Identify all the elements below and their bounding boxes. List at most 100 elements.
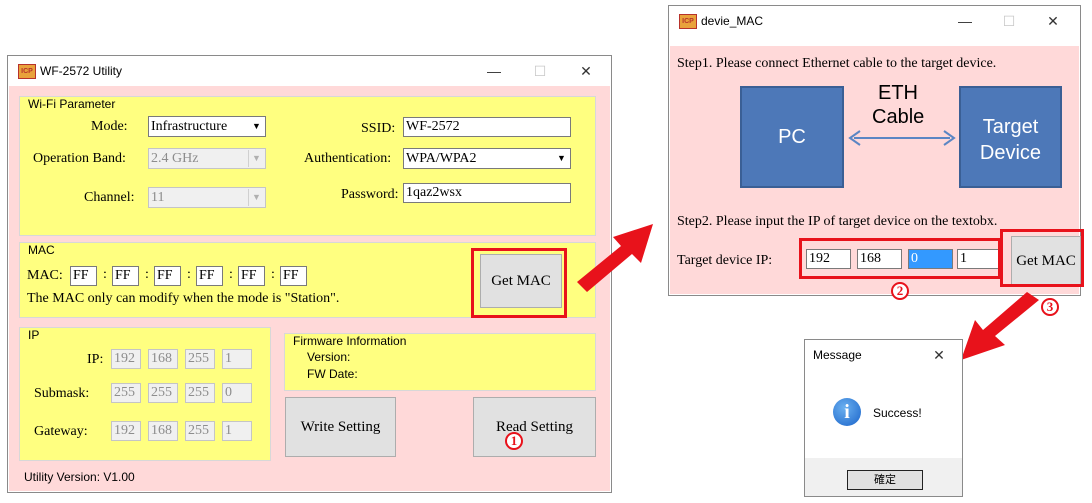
mac-separator: :: [271, 267, 275, 282]
ip-octet-3: 255: [185, 349, 215, 369]
maximize-button: ☐: [533, 63, 547, 79]
mac-octet-3[interactable]: FF: [154, 266, 181, 286]
target-ip-label: Target device IP:: [677, 253, 773, 268]
channel-dropdown: 11 ▼: [148, 187, 266, 208]
highlight-target-ip: [799, 238, 1001, 279]
ip-octet-1: 192: [111, 349, 141, 369]
firmware-group-title: Firmware Information: [293, 334, 407, 348]
mac-group-title: MAC: [28, 243, 55, 257]
mode-dropdown[interactable]: Infrastructure ▼: [148, 116, 266, 137]
close-button[interactable]: ✕: [1031, 10, 1075, 32]
operation-band-label: Operation Band:: [33, 151, 126, 166]
highlight-get-mac: [471, 248, 567, 318]
channel-value: 11: [151, 190, 165, 205]
gateway-octet-2: 168: [148, 421, 178, 441]
gateway-octet-3: 255: [185, 421, 215, 441]
mac-note: The MAC only can modify when the mode is…: [27, 291, 340, 306]
eth-label: ETH: [878, 82, 918, 104]
authentication-value: WPA/WPA2: [406, 151, 477, 166]
ip-octet-2: 168: [148, 349, 178, 369]
mac-octet-4[interactable]: FF: [196, 266, 223, 286]
callout-1: 1: [505, 432, 523, 450]
ip-octet-4: 1: [222, 349, 252, 369]
app-icon: ICP: [18, 64, 36, 79]
step2-text: Step2. Please input the IP of target dev…: [677, 214, 998, 229]
submask-octet-3: 255: [185, 383, 215, 403]
chevron-down-icon: ▼: [248, 189, 264, 206]
password-label: Password:: [341, 187, 399, 202]
mac-window-title: devie_MAC: [701, 14, 764, 28]
target-device-box: Target Device: [959, 86, 1062, 188]
wifi-group-title: Wi-Fi Parameter: [28, 97, 116, 111]
minimize-button[interactable]: —: [943, 10, 987, 32]
mac-octet-5[interactable]: FF: [238, 266, 265, 286]
write-setting-button[interactable]: Write Setting: [285, 397, 396, 457]
mac-label: MAC:: [27, 268, 63, 283]
gateway-octet-4: 1: [222, 421, 252, 441]
main-window-title: WF-2572 Utility: [40, 64, 123, 78]
firmware-group: Firmware Information Version: FW Date:: [284, 333, 596, 391]
mac-octet-1[interactable]: FF: [70, 266, 97, 286]
mac-title-bar: ICP devie_MAC — ☐ ✕: [669, 6, 1080, 36]
password-input[interactable]: 1qaz2wsx: [403, 183, 571, 203]
pc-box: PC: [740, 86, 844, 188]
arrow-to-message-box: [961, 292, 1039, 360]
info-icon-glyph: i: [844, 401, 850, 423]
authentication-dropdown[interactable]: WPA/WPA2 ▼: [403, 148, 571, 169]
submask-label: Submask:: [34, 386, 90, 401]
gateway-label: Gateway:: [34, 424, 88, 439]
utility-version: Utility Version: V1.00: [24, 470, 135, 484]
message-title: Message: [813, 348, 862, 362]
mac-separator: :: [103, 267, 107, 282]
mac-separator: :: [187, 267, 191, 282]
mac-octet-6[interactable]: FF: [280, 266, 307, 286]
app-icon: ICP: [679, 14, 697, 29]
wifi-parameter-group: Wi-Fi Parameter Mode: Infrastructure ▼ O…: [19, 96, 596, 236]
submask-octet-1: 255: [111, 383, 141, 403]
mode-label: Mode:: [91, 119, 128, 134]
mac-octet-2[interactable]: FF: [112, 266, 139, 286]
message-body: i Success!: [805, 370, 962, 458]
message-text: Success!: [873, 406, 922, 420]
operation-band-value: 2.4 GHz: [151, 151, 199, 166]
maximize-button: ☐: [1002, 13, 1016, 29]
firmware-date-label: FW Date:: [307, 367, 358, 381]
minimize-button[interactable]: —: [472, 60, 516, 82]
chevron-down-icon: ▼: [557, 153, 566, 163]
gateway-octet-1: 192: [111, 421, 141, 441]
info-icon: i: [833, 398, 861, 426]
chevron-down-icon: ▼: [252, 121, 261, 131]
message-box: Message ✕ i Success! 確定: [804, 339, 963, 497]
ssid-input[interactable]: WF-2572: [403, 117, 571, 137]
submask-octet-2: 255: [148, 383, 178, 403]
main-title-bar: ICP WF-2572 Utility — ☐ ✕: [8, 56, 611, 86]
pc-label: PC: [778, 126, 806, 148]
ssid-label: SSID:: [361, 121, 396, 136]
message-title-bar: Message ✕: [805, 340, 962, 370]
ok-button-label: 確定: [874, 473, 896, 486]
operation-band-dropdown: 2.4 GHz ▼: [148, 148, 266, 169]
submask-octet-4: 0: [222, 383, 252, 403]
target-label-1: Target: [982, 116, 1039, 138]
highlight-get-mac-2: [1000, 229, 1084, 287]
authentication-label: Authentication:: [304, 151, 392, 166]
connection-arrow: [848, 130, 956, 146]
ip-label: IP:: [87, 352, 104, 367]
read-setting-button[interactable]: Read Setting: [473, 397, 596, 457]
target-label-2: Device: [979, 142, 1042, 164]
ok-button[interactable]: 確定: [847, 470, 923, 490]
chevron-down-icon: ▼: [248, 150, 264, 167]
close-button[interactable]: ✕: [917, 344, 961, 366]
write-setting-label: Write Setting: [300, 419, 381, 435]
mac-separator: :: [229, 267, 233, 282]
message-footer: 確定: [805, 458, 962, 496]
mac-separator: :: [145, 267, 149, 282]
ip-group-title: IP: [28, 328, 40, 342]
close-button[interactable]: ✕: [564, 60, 608, 82]
ip-group: IP IP: 192 168 255 1 Submask: 255 255 25…: [19, 327, 271, 461]
channel-label: Channel:: [84, 190, 135, 205]
cable-label: Cable: [872, 106, 925, 128]
firmware-version-label: Version:: [307, 350, 351, 364]
arrow-to-mac-window: [577, 224, 653, 292]
step1-text: Step1. Please connect Ethernet cable to …: [677, 56, 997, 71]
